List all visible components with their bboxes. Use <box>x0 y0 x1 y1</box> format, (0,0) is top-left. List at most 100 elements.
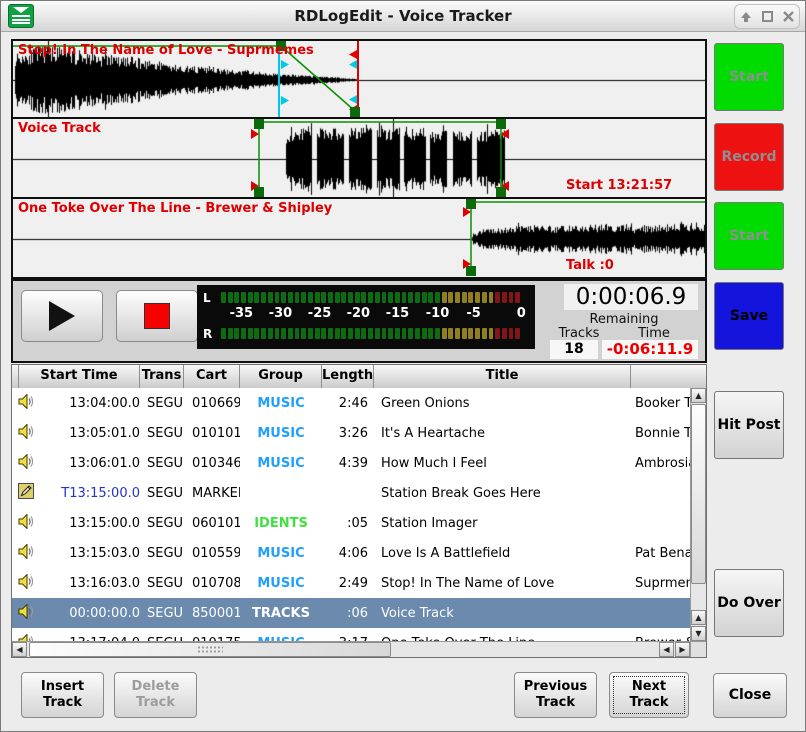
scroll-left-button[interactable]: ◀ <box>12 642 27 657</box>
start-incoming-button[interactable]: Start <box>714 202 784 270</box>
speaker-icon <box>12 574 40 593</box>
cell-trans: SEGUE <box>140 396 184 411</box>
close-button[interactable]: Close <box>713 673 787 718</box>
previous-track-button[interactable]: Previous Track <box>514 672 597 718</box>
vertical-scrollbar[interactable]: ▲ ▲ ▼ <box>690 388 706 641</box>
record-button[interactable]: Record <box>714 123 784 191</box>
delete-track-label-2: Track <box>136 695 175 711</box>
speaker-icon <box>12 634 40 642</box>
speaker-icon <box>12 424 40 443</box>
cell-trans: SEGUE <box>140 576 184 591</box>
cell-artist: Ambrosia <box>631 456 690 471</box>
table-row[interactable]: T13:15:00.0SEGUEMARKERStation Break Goes… <box>12 478 690 508</box>
track-outgoing-event[interactable]: Stop! In The Name of Love - Suprmemes <box>13 41 705 119</box>
cell-title: Stop! In The Name of Love <box>374 576 631 591</box>
horizontal-scrollbar[interactable]: ◀ ◀ ▶ <box>12 641 690 657</box>
log-table-body: 13:04:00.0SEGUE010669MUSIC2:46Green Onio… <box>12 388 690 641</box>
header-artist[interactable] <box>631 365 706 388</box>
scroll-up-button[interactable]: ▲ <box>691 388 706 403</box>
cell-trans: SEGUE <box>140 426 184 441</box>
cell-length: 2:49 <box>322 576 374 591</box>
cell-length: :06 <box>322 606 374 621</box>
table-row[interactable]: 13:15:00.0SEGUE060101IDENTS:05Station Im… <box>12 508 690 538</box>
cell-cart: 010708 <box>184 576 240 591</box>
close-icon[interactable] <box>782 10 795 23</box>
vu-left-label: L <box>203 291 221 305</box>
table-row[interactable]: 13:15:03.0SEGUE010559MUSIC4:06Love Is A … <box>12 538 690 568</box>
table-row[interactable]: 13:06:01.0SEGUE010346MUSIC4:39How Much I… <box>12 448 690 478</box>
cell-cart: 010101 <box>184 426 240 441</box>
table-row[interactable]: 13:16:03.0SEGUE010708MUSIC2:49Stop! In T… <box>12 568 690 598</box>
remaining-time-value: -0:06:11.9 <box>602 340 698 359</box>
delete-track-label-1: Delete <box>132 679 180 695</box>
table-row[interactable]: 13:04:00.0SEGUE010669MUSIC2:46Green Onio… <box>12 388 690 418</box>
table-row[interactable]: 13:05:01.0SEGUE010101MUSIC3:26It's A Hea… <box>12 418 690 448</box>
start-outgoing-button[interactable]: Start <box>714 43 784 111</box>
delete-track-button[interactable]: Delete Track <box>114 672 197 718</box>
maximize-icon[interactable] <box>761 10 774 23</box>
transport-panel: L -35-30-25-20-15-10-50 R 0:00:06.9 Rema… <box>11 279 707 363</box>
play-button[interactable] <box>21 290 103 342</box>
cell-start-time: 13:16:03.0 <box>40 576 140 591</box>
header-cart[interactable]: Cart <box>184 365 240 388</box>
insert-track-button[interactable]: Insert Track <box>21 672 104 718</box>
cell-start-time: 00:00:00.0 <box>40 606 140 621</box>
scroll-right-button[interactable]: ▶ <box>675 642 690 657</box>
header-icon-col[interactable] <box>12 365 19 388</box>
do-over-button[interactable]: Do Over <box>714 569 784 637</box>
header-length[interactable]: Length <box>322 365 374 388</box>
remaining-label: Remaining <box>549 312 699 327</box>
save-button[interactable]: Save <box>714 282 784 350</box>
window-title: RDLogEdit - Voice Tracker <box>1 1 805 31</box>
header-start-time[interactable]: Start Time <box>19 365 140 388</box>
cell-length: 4:06 <box>322 546 374 561</box>
cell-title: Station Imager <box>374 516 631 531</box>
vertical-scroll-thumb[interactable] <box>691 404 706 584</box>
stop-button[interactable] <box>116 290 198 342</box>
cell-group: TRACKS <box>240 606 322 621</box>
cell-group: MUSIC <box>240 456 322 471</box>
log-table: Start Time Trans Cart Group Length Title… <box>11 364 707 658</box>
track-voice[interactable]: Voice Track Start 13:21:57 <box>13 119 705 199</box>
shade-icon[interactable] <box>739 10 753 24</box>
horizontal-scroll-thumb[interactable] <box>29 642 391 657</box>
vu-scale: -35-30-25-20-15-10-50 <box>221 306 529 324</box>
vu-scale-tick: -35 <box>230 306 254 321</box>
cell-title: Voice Track <box>374 606 631 621</box>
scrollbar-corner <box>690 641 706 657</box>
cell-group: MUSIC <box>240 576 322 591</box>
table-row[interactable]: 00:00:00.0SEGUE850001TRACKS:06Voice Trac… <box>12 598 690 628</box>
vu-scale-tick: -30 <box>269 306 293 321</box>
vu-meter: L -35-30-25-20-15-10-50 R <box>197 285 535 349</box>
header-group[interactable]: Group <box>240 365 322 388</box>
cell-cart: 060101 <box>184 516 240 531</box>
table-row[interactable]: 13:17:04.0SEGUE010175MUSIC3:17One Toke O… <box>12 628 690 641</box>
cell-group: MUSIC <box>240 426 322 441</box>
titlebar: RDLogEdit - Voice Tracker <box>1 1 805 32</box>
cell-trans: SEGUE <box>140 456 184 471</box>
vu-scale-tick: -25 <box>308 306 332 321</box>
stop-icon <box>144 303 170 329</box>
previous-track-label-2: Track <box>536 695 575 711</box>
cell-cart: MARKER <box>184 486 240 501</box>
cell-trans: SEGUE <box>140 606 184 621</box>
next-track-button[interactable]: Next Track <box>609 672 689 718</box>
marker-icon <box>12 483 40 503</box>
cell-artist: Suprmemes <box>631 576 690 591</box>
cell-title: It's A Heartache <box>374 426 631 441</box>
header-title[interactable]: Title <box>374 365 631 388</box>
log-table-header: Start Time Trans Cart Group Length Title <box>12 365 706 389</box>
vu-scale-tick: -20 <box>347 306 371 321</box>
cell-start-time: T13:15:00.0 <box>40 486 140 501</box>
track-incoming-event[interactable]: One Toke Over The Line - Brewer & Shiple… <box>13 199 705 277</box>
remaining-time-label: Time <box>619 326 689 341</box>
speaker-icon <box>12 544 40 563</box>
scroll-left-button-2[interactable]: ◀ <box>659 642 674 657</box>
hit-post-button[interactable]: Hit Post <box>714 391 784 459</box>
scroll-down-button[interactable]: ▼ <box>691 626 706 641</box>
cell-start-time: 13:06:01.0 <box>40 456 140 471</box>
cell-group: MUSIC <box>240 396 322 411</box>
header-trans[interactable]: Trans <box>140 365 184 388</box>
scroll-up-button-2[interactable]: ▲ <box>691 610 706 625</box>
vu-right-label: R <box>203 327 221 341</box>
